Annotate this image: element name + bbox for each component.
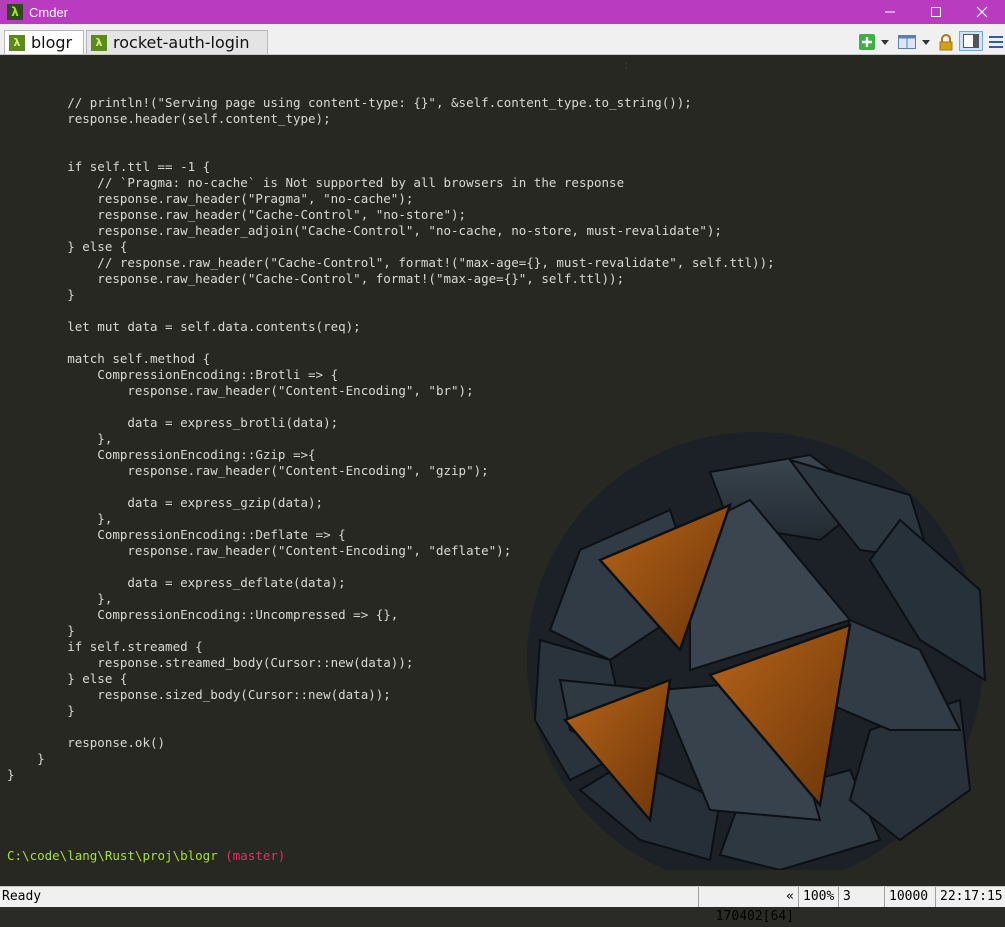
code-line: }, (7, 511, 113, 526)
title-bar[interactable]: λ Cmder (0, 0, 1005, 24)
window-title: Cmder (29, 4, 69, 20)
new-console-button[interactable] (858, 33, 876, 51)
code-line: CompressionEncoding::Gzip =>{ (7, 447, 316, 462)
prompt-path: C:\code\lang\Rust\proj\blogr (7, 848, 218, 863)
status-buffer-info[interactable]: « 170402[64] (698, 887, 798, 924)
lock-icon (939, 33, 953, 50)
code-line: } (7, 703, 75, 718)
maximize-icon (931, 7, 941, 17)
new-console-plus-icon (859, 34, 875, 50)
maximize-button[interactable] (913, 0, 959, 24)
tab-rocket-auth-login[interactable]: λ rocket-auth-login (86, 30, 268, 54)
status-process-count[interactable]: 3 (838, 887, 884, 907)
code-line: }, (7, 431, 113, 446)
minimize-icon (885, 11, 895, 13)
code-line: response.raw_header("Pragma", "no-cache"… (7, 191, 414, 206)
status-clock: 22:17:15 (935, 887, 1005, 907)
lambda-icon[interactable]: λ (7, 4, 23, 20)
dropdown-arrow-icon (922, 39, 930, 45)
close-button[interactable] (959, 0, 1005, 24)
split-window-icon (898, 35, 916, 49)
code-line: response.header(self.content_type); (7, 111, 331, 126)
hamburger-menu-icon (989, 36, 1003, 48)
tab-blogr[interactable]: λ blogr (4, 30, 84, 54)
code-line: // `Pragma: no-cache` is Not supported b… (7, 175, 625, 190)
code-line: let mut data = self.data.contents(req); (7, 319, 361, 334)
code-line: CompressionEncoding::Uncompressed => {}, (7, 607, 399, 622)
code-line: // println!("Serving page using content-… (7, 95, 692, 110)
tab-bar: λ blogr λ rocket-auth-login (0, 24, 1005, 55)
code-line: if self.streamed { (7, 639, 203, 654)
code-line: if self.ttl == -1 { (7, 159, 211, 174)
lock-button[interactable] (937, 33, 955, 51)
code-line: } (7, 623, 75, 638)
code-line: CompressionEncoding::Deflate => { (7, 527, 346, 542)
tab-label: rocket-auth-login (113, 33, 250, 52)
console-output[interactable]: : // println!("Serving page using conten… (0, 55, 1005, 886)
code-line: response.raw_header("Content-Encoding", … (7, 383, 474, 398)
split-window-button[interactable] (897, 33, 917, 51)
code-line: } else { (7, 671, 128, 686)
window-controls (867, 0, 1005, 24)
panel-toggle-button[interactable] (959, 31, 983, 51)
code-line: response.ok() (7, 735, 166, 750)
split-window-dropdown[interactable] (920, 33, 932, 51)
dropdown-arrow-icon (881, 39, 889, 45)
code-line: response.raw_header_adjoin("Cache-Contro… (7, 223, 722, 238)
status-buffer-height[interactable]: 10000 (884, 887, 935, 907)
code-line: } (7, 767, 15, 782)
close-icon (976, 6, 988, 18)
code-line: response.sized_body(Cursor::new(data)); (7, 687, 391, 702)
status-zoom[interactable]: 100% (798, 887, 838, 907)
code-line: } (7, 751, 45, 766)
status-bar: Ready « 170402[64] 100% 3 10000 22:17:15 (0, 886, 1005, 924)
code-line: } (7, 287, 75, 302)
code-line: data = express_brotli(data); (7, 415, 339, 430)
panel-toggle-icon (963, 34, 979, 48)
lambda-icon: λ (9, 34, 25, 51)
background-wallpaper-text: : (622, 57, 631, 72)
code-listing: // println!("Serving page using content-… (7, 79, 775, 783)
lambda-icon: λ (91, 34, 107, 51)
code-line: response.raw_header("Cache-Control", "no… (7, 207, 467, 222)
code-line: data = express_gzip(data); (7, 495, 324, 510)
code-line: response.raw_header("Content-Encoding", … (7, 543, 512, 558)
code-line: } else { (7, 239, 128, 254)
code-line: data = express_deflate(data); (7, 575, 346, 590)
git-branch: (master) (225, 848, 286, 863)
status-text: Ready (2, 889, 42, 904)
tab-label: blogr (31, 33, 73, 52)
code-line: match self.method { (7, 351, 211, 366)
command-prompt[interactable]: C:\code\lang\Rust\proj\blogr (master) (7, 848, 285, 863)
code-line: response.raw_header("Cache-Control", for… (7, 271, 625, 286)
code-line: response.streamed_body(Cursor::new(data)… (7, 655, 414, 670)
minimize-button[interactable] (867, 0, 913, 24)
menu-button[interactable] (987, 33, 1005, 51)
status-segments: « 170402[64] 100% 3 10000 22:17:15 (698, 887, 1005, 924)
code-line: }, (7, 591, 113, 606)
new-console-dropdown[interactable] (879, 33, 891, 51)
code-line: // response.raw_header("Cache-Control", … (7, 255, 775, 270)
code-line: CompressionEncoding::Brotli => { (7, 367, 339, 382)
code-line: response.raw_header("Content-Encoding", … (7, 463, 489, 478)
